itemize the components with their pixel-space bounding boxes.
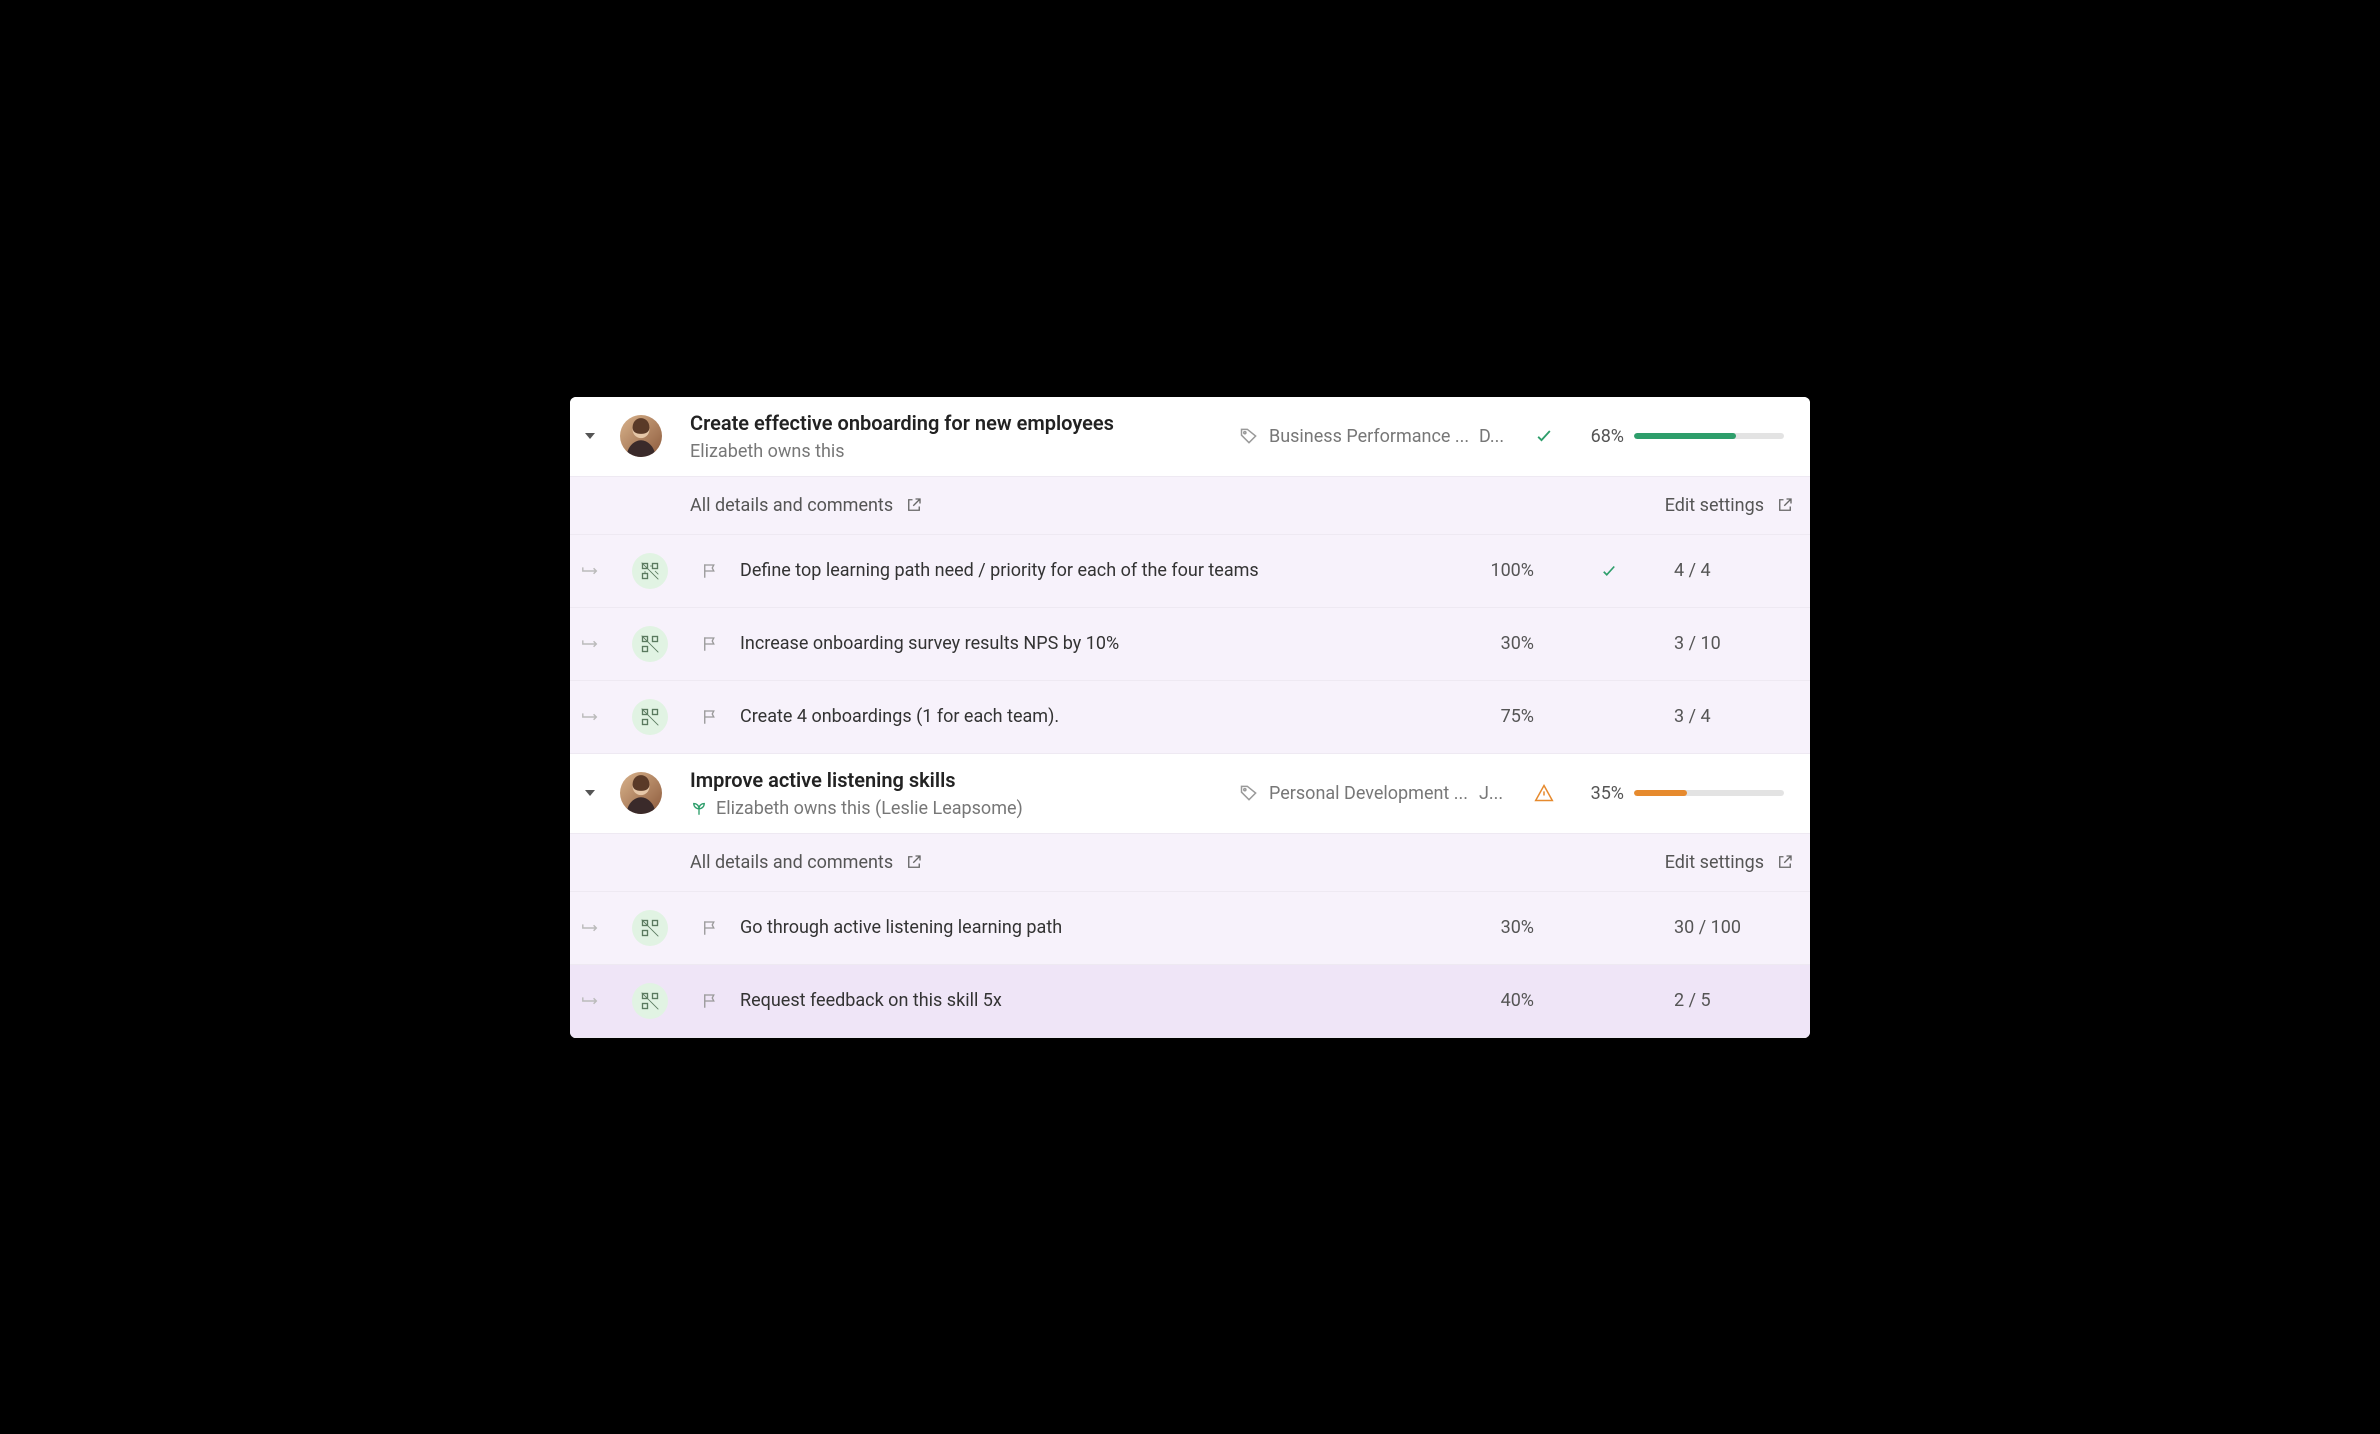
indent-arrow-icon xyxy=(570,995,610,1007)
objective-title: Create effective onboarding for new empl… xyxy=(690,411,1229,435)
external-link-icon xyxy=(1776,496,1794,514)
kr-type-icon xyxy=(632,626,668,662)
kr-title: Create 4 onboardings (1 for each team). xyxy=(740,706,1454,727)
external-link-icon xyxy=(905,496,923,514)
tag-label: Personal Development ... xyxy=(1269,783,1468,804)
avatar xyxy=(620,415,662,457)
objective-owner: Elizabeth owns this xyxy=(690,441,845,462)
kr-title: Increase onboarding survey results NPS b… xyxy=(740,633,1454,654)
all-details-label: All details and comments xyxy=(690,852,893,873)
indent-arrow-icon xyxy=(570,711,610,723)
objective-status xyxy=(1529,426,1559,446)
key-result-row[interactable]: Go through active listening learning pat… xyxy=(570,892,1810,965)
kr-count: 4 / 4 xyxy=(1674,560,1794,581)
flag-icon[interactable] xyxy=(690,562,730,580)
external-link-icon xyxy=(1776,853,1794,871)
kr-title: Request feedback on this skill 5x xyxy=(740,990,1454,1011)
check-icon xyxy=(1534,426,1554,446)
avatar-person-icon xyxy=(620,415,662,457)
kr-pct: 75% xyxy=(1464,706,1544,727)
goals-card: Create effective onboarding for new empl… xyxy=(570,397,1810,1038)
key-result-row[interactable]: Create 4 onboardings (1 for each team). … xyxy=(570,681,1810,754)
objective-title: Improve active listening skills xyxy=(690,768,1229,792)
key-result-row[interactable]: Request feedback on this skill 5x 40% 2 … xyxy=(570,965,1810,1038)
all-details-label: All details and comments xyxy=(690,495,893,516)
expand-toggle[interactable] xyxy=(570,433,610,439)
kr-pct: 40% xyxy=(1464,990,1544,1011)
expand-toggle[interactable] xyxy=(570,790,610,796)
all-details-link[interactable]: All details and comments xyxy=(690,495,923,516)
edit-settings-link[interactable]: Edit settings xyxy=(1665,852,1794,873)
tag-icon xyxy=(1239,783,1259,803)
edit-settings-label: Edit settings xyxy=(1665,852,1764,873)
objective-progress-bar xyxy=(1634,433,1794,439)
objective-settings-row: All details and comments Edit settings xyxy=(570,476,1810,535)
objective-code: J... xyxy=(1479,783,1519,804)
tag-label: Business Performance ... xyxy=(1269,426,1469,447)
kr-title: Define top learning path need / priority… xyxy=(740,560,1454,581)
avatar-person-icon xyxy=(620,772,662,814)
objective-row[interactable]: Create effective onboarding for new empl… xyxy=(570,397,1810,476)
objective-code: D... xyxy=(1479,426,1519,447)
kr-pct: 100% xyxy=(1464,560,1544,581)
flag-icon[interactable] xyxy=(690,635,730,653)
flag-icon[interactable] xyxy=(690,708,730,726)
caret-down-icon xyxy=(585,790,595,796)
objective-settings-row: All details and comments Edit settings xyxy=(570,833,1810,892)
kr-type-icon xyxy=(632,910,668,946)
kr-count: 3 / 4 xyxy=(1674,706,1794,727)
kr-pct: 30% xyxy=(1464,633,1544,654)
caret-down-icon xyxy=(585,433,595,439)
edit-settings-label: Edit settings xyxy=(1665,495,1764,516)
flag-icon[interactable] xyxy=(690,919,730,937)
objective-tag[interactable]: Personal Development ... xyxy=(1239,783,1469,804)
kr-status xyxy=(1554,562,1664,580)
objective-progress-bar xyxy=(1634,790,1794,796)
kr-title: Go through active listening learning pat… xyxy=(740,917,1454,938)
indent-arrow-icon xyxy=(570,638,610,650)
kr-pct: 30% xyxy=(1464,917,1544,938)
indent-arrow-icon xyxy=(570,565,610,577)
key-result-row[interactable]: Define top learning path need / priority… xyxy=(570,535,1810,608)
kr-type-icon xyxy=(632,983,668,1019)
objective-progress-pct: 68% xyxy=(1569,426,1624,447)
kr-count: 2 / 5 xyxy=(1674,990,1794,1011)
objective-progress-pct: 35% xyxy=(1569,783,1624,804)
all-details-link[interactable]: All details and comments xyxy=(690,852,923,873)
kr-type-icon xyxy=(632,699,668,735)
sprout-icon xyxy=(690,799,708,817)
objective-tag[interactable]: Business Performance ... xyxy=(1239,426,1469,447)
warning-icon xyxy=(1534,783,1554,803)
kr-type-icon xyxy=(632,553,668,589)
avatar xyxy=(620,772,662,814)
kr-count: 30 / 100 xyxy=(1674,917,1794,938)
objective-status xyxy=(1529,783,1559,803)
key-result-row[interactable]: Increase onboarding survey results NPS b… xyxy=(570,608,1810,681)
check-icon xyxy=(1600,562,1618,580)
kr-count: 3 / 10 xyxy=(1674,633,1794,654)
objective-row[interactable]: Improve active listening skills Elizabet… xyxy=(570,754,1810,833)
indent-arrow-icon xyxy=(570,922,610,934)
objective-owner: Elizabeth owns this (Leslie Leapsome) xyxy=(716,798,1023,819)
flag-icon[interactable] xyxy=(690,992,730,1010)
tag-icon xyxy=(1239,426,1259,446)
edit-settings-link[interactable]: Edit settings xyxy=(1665,495,1794,516)
external-link-icon xyxy=(905,853,923,871)
